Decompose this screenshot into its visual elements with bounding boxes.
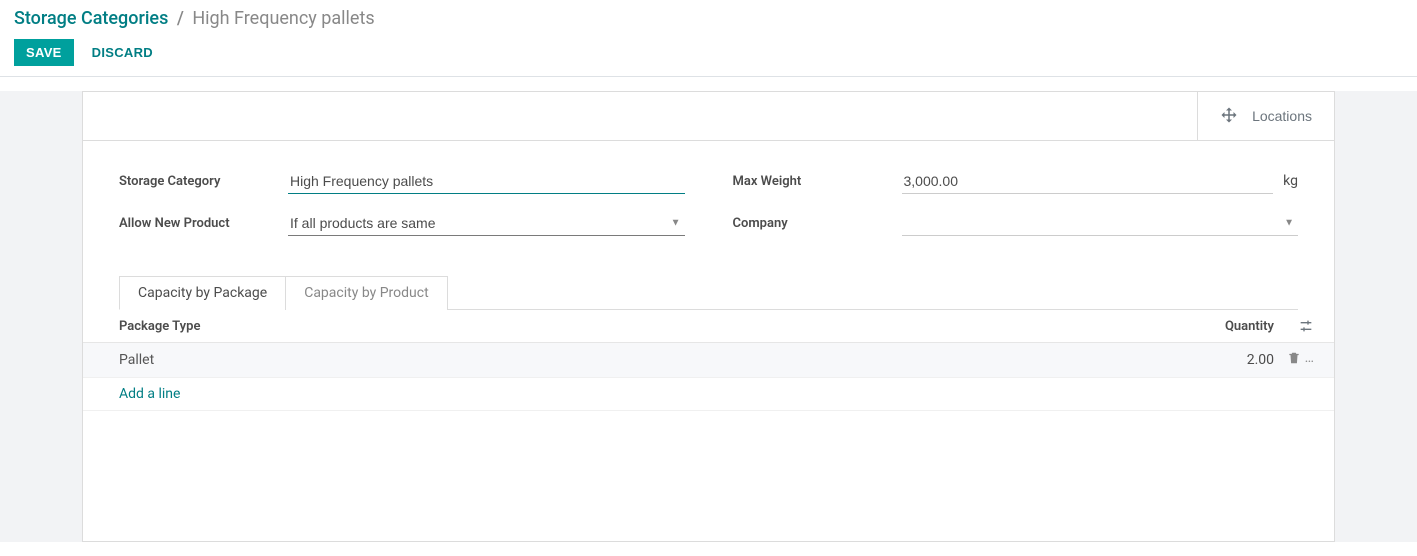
max-weight-label: Max Weight xyxy=(733,174,898,189)
locations-button[interactable]: Locations xyxy=(1197,92,1334,140)
storage-category-label: Storage Category xyxy=(119,174,284,189)
save-button[interactable]: SAVE xyxy=(14,39,74,66)
cell-quantity: 2.00 xyxy=(1154,352,1274,368)
allow-new-product-select[interactable]: If all products are same xyxy=(288,211,685,235)
col-quantity: Quantity xyxy=(1154,319,1274,334)
cell-package-type: Pallet xyxy=(119,352,1154,368)
locations-icon xyxy=(1220,106,1238,127)
table-settings-icon[interactable] xyxy=(1274,318,1314,334)
company-select[interactable] xyxy=(902,211,1299,235)
more-icon[interactable]: … xyxy=(1305,351,1314,369)
discard-button[interactable]: DISCARD xyxy=(92,45,153,60)
tab-capacity-by-package[interactable]: Capacity by Package xyxy=(119,276,286,310)
add-a-line[interactable]: Add a line xyxy=(83,378,1334,411)
breadcrumb-root[interactable]: Storage Categories xyxy=(14,8,168,29)
max-weight-input[interactable] xyxy=(902,169,1274,194)
breadcrumb-separator: / xyxy=(177,8,184,29)
max-weight-unit: kg xyxy=(1277,173,1298,189)
breadcrumb: Storage Categories / High Frequency pall… xyxy=(14,8,1403,29)
tab-capacity-by-product[interactable]: Capacity by Product xyxy=(285,276,447,310)
allow-new-product-label: Allow New Product xyxy=(119,216,284,231)
company-label: Company xyxy=(733,216,898,231)
form-sheet: Locations Storage Category Max Weight kg… xyxy=(82,91,1335,542)
locations-label: Locations xyxy=(1252,108,1312,124)
col-package-type: Package Type xyxy=(119,319,1154,334)
storage-category-input[interactable] xyxy=(288,169,685,194)
trash-icon[interactable] xyxy=(1287,351,1301,369)
breadcrumb-current: High Frequency pallets xyxy=(192,8,374,29)
table-row[interactable]: Pallet 2.00 … xyxy=(83,343,1334,378)
